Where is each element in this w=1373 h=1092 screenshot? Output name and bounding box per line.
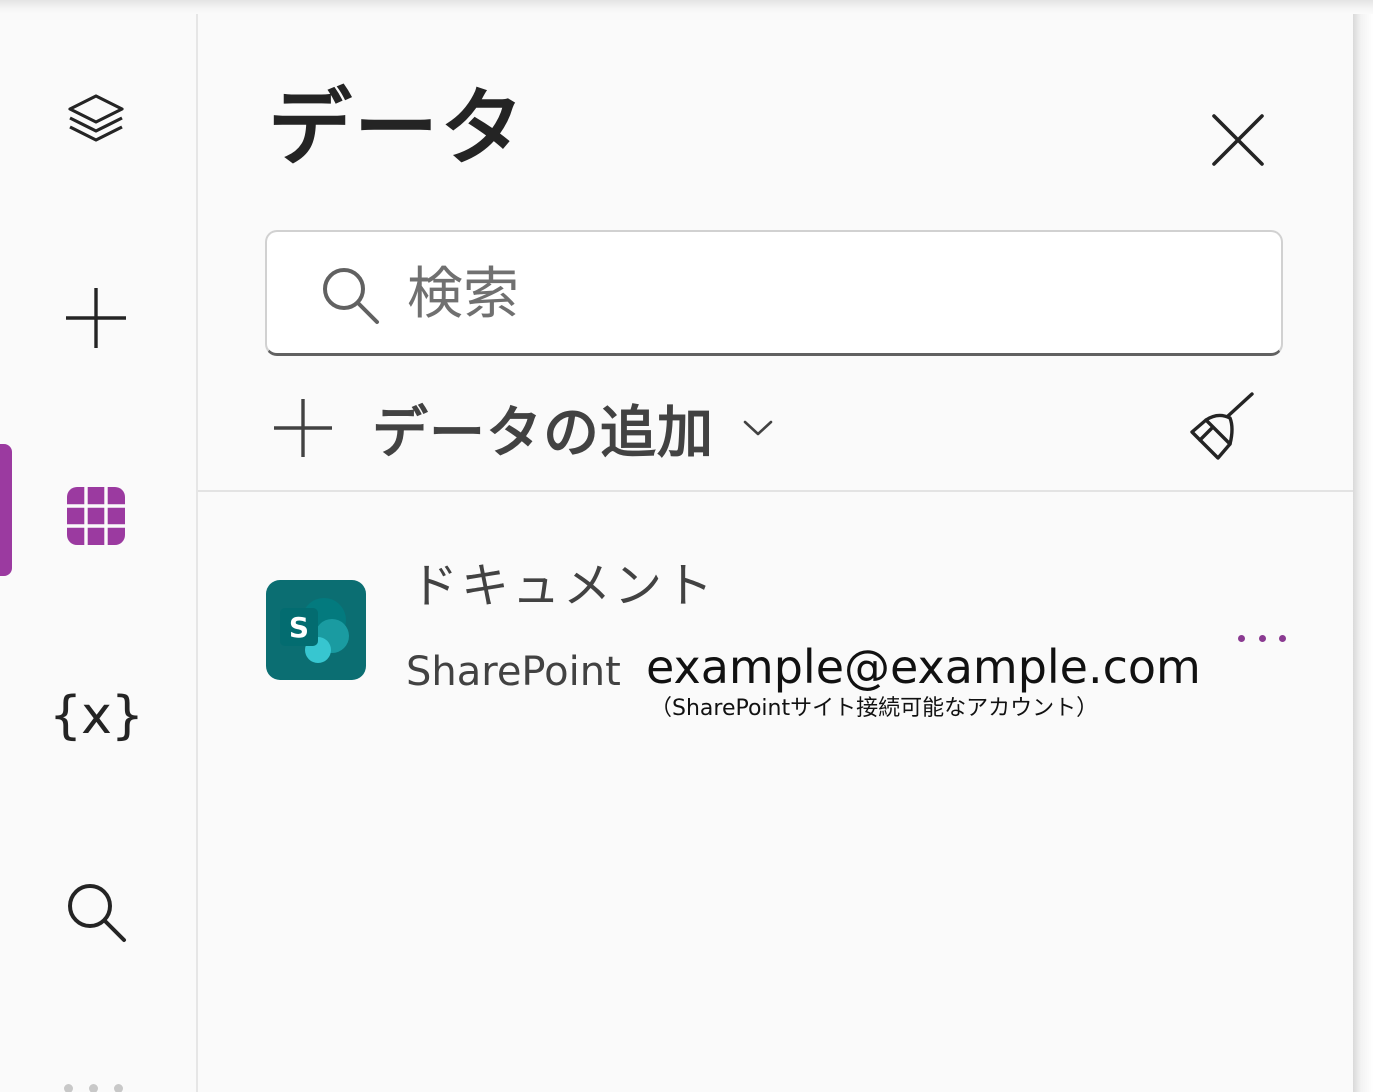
- layers-icon: [68, 94, 124, 142]
- search-icon: [323, 268, 379, 324]
- search-box[interactable]: [265, 230, 1283, 356]
- panel-divider: [198, 490, 1353, 492]
- rail-data-button[interactable]: [40, 460, 152, 572]
- add-data-label: データの追加: [372, 400, 714, 466]
- rail-search-button[interactable]: [40, 856, 152, 968]
- search-icon: [68, 884, 126, 942]
- panel-right-edge: [1353, 14, 1373, 1092]
- add-data-button[interactable]: データの追加: [272, 386, 774, 470]
- panel-title: データ: [268, 79, 527, 177]
- rail-insert-button[interactable]: [40, 262, 152, 374]
- item-account: example@example.com: [646, 640, 1201, 694]
- close-icon: [1212, 114, 1264, 166]
- rail-more-icon[interactable]: [64, 1084, 128, 1092]
- svg-text:S: S: [289, 611, 309, 644]
- more-dot-icon: [1238, 634, 1245, 642]
- rail-active-indicator: [0, 444, 12, 576]
- more-dot-icon: [1258, 634, 1266, 642]
- top-bar-shadow: [0, 0, 1373, 14]
- data-panel: データ データの追加: [198, 14, 1353, 1092]
- variables-icon: {x}: [49, 686, 144, 746]
- sharepoint-logo-icon: S: [266, 580, 366, 680]
- item-account-note: （SharePointサイト接続可能なアカウント）: [650, 696, 1099, 721]
- chevron-down-icon: [743, 420, 773, 436]
- more-dot-icon: [1279, 634, 1286, 642]
- data-table-icon: [67, 487, 125, 545]
- search-input[interactable]: [405, 250, 1249, 338]
- left-rail: {x}: [0, 14, 198, 1092]
- rail-variables-button[interactable]: {x}: [40, 660, 152, 772]
- close-panel-button[interactable]: [1198, 100, 1278, 180]
- item-source: SharePoint: [406, 649, 621, 695]
- chevron-down-wrap: [742, 418, 774, 438]
- plus-icon: [274, 399, 332, 457]
- app-screen: {x} データ 検索 データの追加 S ドキュメント SharePoint ex…: [0, 0, 1373, 1092]
- item-title: ドキュメント: [410, 558, 717, 614]
- rail-tree-view-button[interactable]: [40, 66, 152, 178]
- item-more-options-button[interactable]: [1238, 624, 1286, 652]
- clear-data-button[interactable]: [1180, 386, 1264, 470]
- broom-icon: [1190, 392, 1254, 460]
- data-source-item[interactable]: S ドキュメント SharePoint example@example.com …: [198, 544, 1353, 744]
- search-box-icon-wrap: [319, 264, 381, 326]
- plus-icon: [66, 288, 126, 348]
